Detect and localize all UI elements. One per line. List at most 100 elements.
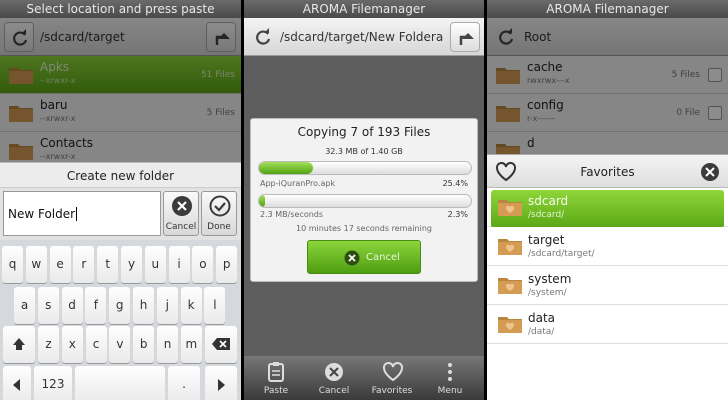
favorite-item-target[interactable]: target/sdcard/target/: [487, 227, 728, 266]
current-file-name: App-iQuranPro.apk: [260, 179, 336, 188]
copy-progress-dialog: Copying 7 of 193 Files 32.3 MB of 1.40 G…: [250, 118, 478, 282]
close-icon[interactable]: [700, 162, 720, 182]
favorite-folder-icon: [498, 317, 522, 333]
done-label: Done: [207, 222, 231, 232]
favorite-folder-icon: [498, 278, 522, 294]
key-numbers[interactable]: 123: [34, 366, 72, 400]
cancel-label: Cancel: [318, 386, 350, 396]
key-k[interactable]: k: [180, 287, 202, 324]
progress-title: Copying 7 of 193 Files: [297, 125, 431, 139]
key-a[interactable]: a: [14, 287, 35, 324]
key-left[interactable]: [3, 366, 31, 400]
soft-keyboard: q w e r t y u i o p a s d f g h j k l z x c v b n m 123.: [0, 240, 241, 400]
key-p[interactable]: p: [216, 246, 238, 283]
favorite-item-sdcard[interactable]: sdcard/sdcard/: [487, 188, 728, 228]
current-path: /sdcard/target/New Foldera: [280, 30, 444, 44]
key-e[interactable]: e: [49, 246, 71, 283]
cancel-button[interactable]: Cancel: [304, 356, 364, 400]
favorite-path: /sdcard/: [528, 210, 565, 220]
refresh-icon: [256, 28, 271, 45]
dialog-title: Create new folder: [0, 162, 241, 188]
window-title: Select location and press paste: [0, 0, 241, 18]
key-space[interactable]: [75, 366, 165, 400]
folder-name-value: New Folder: [8, 207, 76, 221]
key-x[interactable]: x: [61, 326, 83, 363]
refresh-button[interactable]: [248, 22, 278, 52]
menu-button[interactable]: Menu: [420, 356, 480, 400]
cancel-copy-label: Cancel: [366, 252, 400, 263]
key-h[interactable]: h: [133, 287, 154, 324]
key-right[interactable]: [205, 366, 237, 400]
left-arrow-icon: [13, 379, 20, 391]
key-o[interactable]: o: [192, 246, 214, 283]
path-bar: /sdcard/target/New Foldera: [244, 18, 484, 56]
key-m[interactable]: m: [180, 326, 202, 363]
paste-button[interactable]: Paste: [246, 356, 306, 400]
key-s[interactable]: s: [37, 287, 59, 324]
done-button[interactable]: Done: [201, 191, 237, 236]
favorite-path: /system/: [528, 288, 567, 298]
progress-size: 32.3 MB of 1.40 GB: [325, 147, 403, 156]
up-arrow-icon: [459, 33, 474, 45]
cancel-button[interactable]: Cancel: [163, 191, 199, 236]
total-progress-fill: [259, 195, 266, 207]
menu-label: Menu: [437, 386, 463, 396]
total-progress-bar: [258, 194, 472, 208]
time-remaining: 10 minutes 17 seconds remaining: [295, 224, 432, 233]
favorite-item-system[interactable]: system/system/: [487, 266, 728, 305]
key-l[interactable]: l: [204, 287, 226, 324]
key-u[interactable]: u: [144, 246, 166, 283]
window-title: AROMA Filemanager: [244, 0, 484, 18]
check-circle-icon: [209, 195, 231, 217]
favorite-item-data[interactable]: data/data/: [487, 305, 728, 344]
up-button[interactable]: [450, 22, 480, 52]
file-percent: 25.4%: [442, 179, 468, 188]
key-w[interactable]: w: [25, 246, 47, 283]
favorites-button[interactable]: Favorites: [362, 356, 422, 400]
file-progress-fill: [259, 162, 313, 174]
key-y[interactable]: y: [121, 246, 142, 283]
selection-highlight: [491, 190, 724, 228]
file-progress-bar: [258, 161, 472, 175]
window-title: AROMA Filemanager: [487, 0, 728, 18]
favorite-path: /sdcard/target/: [528, 249, 595, 259]
key-delete[interactable]: [205, 326, 237, 363]
key-v[interactable]: v: [109, 326, 131, 363]
key-n[interactable]: n: [157, 326, 178, 363]
key-i[interactable]: i: [168, 246, 190, 283]
favorites-screen: AROMA Filemanager Root cache rwxrwx---x …: [487, 0, 728, 400]
favorite-folder-icon: [498, 200, 522, 216]
close-circle-icon: [172, 196, 192, 216]
key-z[interactable]: z: [38, 326, 59, 363]
favorite-name: system: [528, 272, 572, 286]
key-period[interactable]: .: [168, 366, 200, 400]
favorite-name: target: [528, 233, 565, 247]
key-d[interactable]: d: [61, 287, 83, 324]
bottom-toolbar: Paste Cancel Favorites Menu: [244, 356, 484, 400]
menu-dots-icon: [448, 363, 452, 381]
text-cursor: [76, 207, 78, 221]
heart-icon: [383, 361, 403, 382]
key-t[interactable]: t: [97, 246, 119, 283]
favorite-name: data: [528, 311, 556, 325]
key-g[interactable]: g: [109, 287, 131, 324]
backspace-icon: [212, 338, 230, 350]
favorite-name: sdcard: [528, 194, 569, 208]
shift-icon: [13, 338, 25, 350]
key-j[interactable]: j: [156, 287, 178, 324]
key-r[interactable]: r: [73, 246, 95, 283]
total-percent: 2.3%: [447, 210, 468, 219]
favorite-path: /data/: [528, 327, 555, 337]
cancel-copy-button[interactable]: Cancel: [307, 240, 421, 274]
key-f[interactable]: f: [85, 287, 107, 324]
copy-progress-screen: AROMA Filemanager /sdcard/target/New Fol…: [244, 0, 484, 400]
key-b[interactable]: b: [133, 326, 155, 363]
folder-name-input[interactable]: New Folder: [3, 191, 161, 236]
favorites-label: Favorites: [371, 386, 413, 396]
right-arrow-icon: [218, 379, 225, 391]
favorite-folder-icon: [498, 239, 522, 255]
key-q[interactable]: q: [2, 246, 23, 283]
folder-name-area: New Folder Cancel Done: [0, 188, 241, 240]
key-shift[interactable]: [3, 326, 35, 363]
key-c[interactable]: c: [85, 326, 107, 363]
